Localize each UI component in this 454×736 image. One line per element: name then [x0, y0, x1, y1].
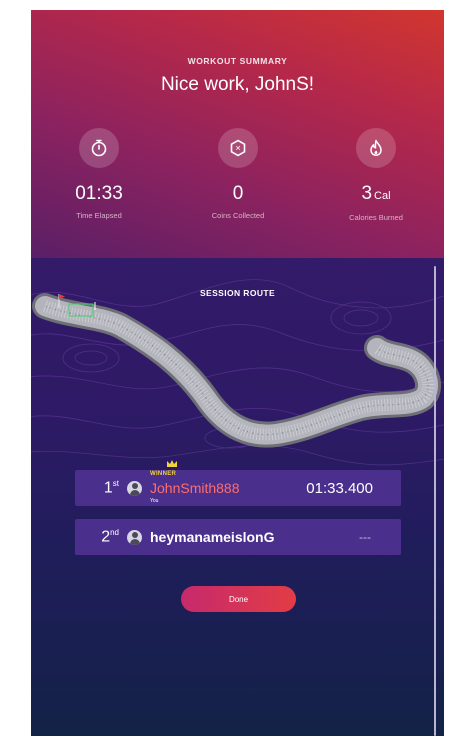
stat-coins-collected: ✕ 0 Coins Collected — [183, 128, 293, 220]
rank: 2nd — [101, 527, 119, 546]
player-name-block: WINNER JohnSmith888 You — [150, 471, 240, 504]
stat-value: 0 — [232, 183, 244, 204]
summary-header: WORKOUT SUMMARY Nice work, JohnS! 01:33 … — [31, 10, 444, 258]
svg-text:✕: ✕ — [235, 145, 241, 153]
done-button[interactable]: Done — [181, 586, 296, 612]
stat-calories-burned: 3 Cal Calories Burned — [321, 128, 431, 222]
stat-label: Calories Burned — [349, 213, 403, 222]
summary-kicker: WORKOUT SUMMARY — [187, 56, 288, 66]
finish-time: 01:33.400 — [306, 479, 373, 497]
stopwatch-icon — [79, 128, 119, 168]
leaderboard-row: 1st WINNER JohnSmith888 You 01:33.400 — [75, 460, 401, 506]
stat-label: Coins Collected — [211, 211, 265, 220]
finish-time: --- — [359, 530, 371, 544]
stat-value: 01:33 — [75, 183, 123, 204]
stat-label: Time Elapsed — [76, 211, 122, 220]
route-track — [32, 293, 441, 448]
winner-badge: WINNER — [150, 471, 177, 477]
flame-icon — [356, 128, 396, 168]
summary-title: Nice work, JohnS! — [160, 74, 315, 95]
rank: 1st — [103, 478, 119, 497]
player-name: heymanameislonG — [150, 529, 275, 545]
stat-time-elapsed: 01:33 Time Elapsed — [44, 128, 154, 220]
workout-summary-screen: WORKOUT SUMMARY Nice work, JohnS! 01:33 … — [31, 10, 444, 736]
stat-value: 3 Cal — [361, 183, 391, 204]
session-route-map: SESSION ROUTE — [31, 258, 444, 468]
scrollbar[interactable] — [434, 266, 436, 736]
player-name: JohnSmith888 — [150, 480, 240, 496]
crown-icon — [167, 460, 177, 467]
coin-icon: ✕ — [218, 128, 258, 168]
avatar — [127, 529, 142, 545]
leaderboard-row: 2nd heymanameislonG --- — [75, 519, 401, 555]
you-tag: You — [150, 498, 159, 504]
avatar — [127, 480, 142, 496]
